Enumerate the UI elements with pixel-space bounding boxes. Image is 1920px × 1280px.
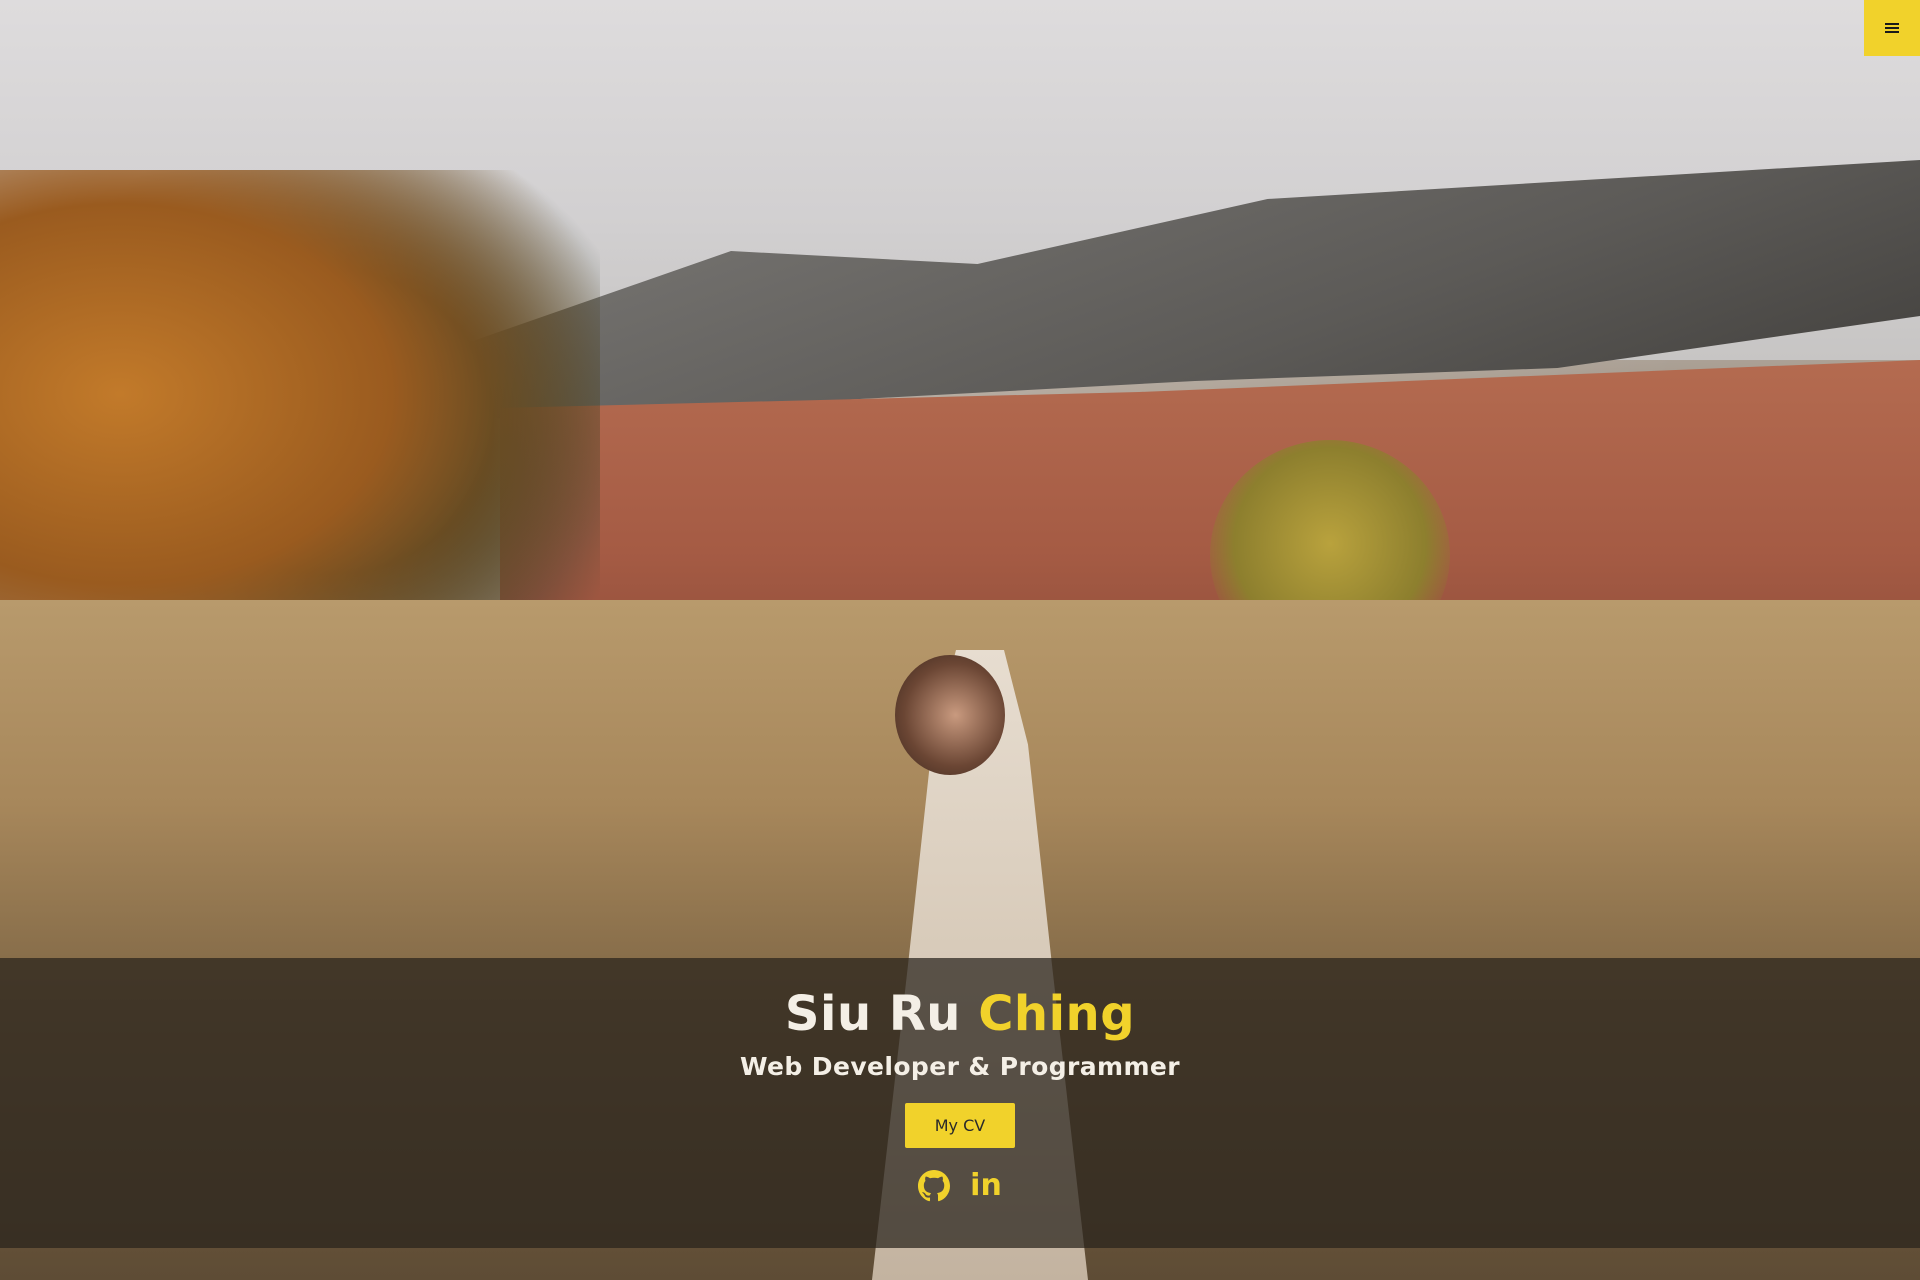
hero-section: Siu Ru Ching Web Developer & Programmer … (0, 0, 1920, 1280)
hamburger-menu-icon (1885, 23, 1899, 33)
linkedin-link[interactable]: in (970, 1170, 1002, 1202)
first-name: Siu Ru (784, 986, 961, 1042)
cv-button[interactable]: My CV (905, 1103, 1015, 1148)
background-person-head (895, 655, 1005, 775)
github-link[interactable] (918, 1170, 950, 1202)
last-name: Ching (978, 986, 1136, 1042)
intro-panel: Siu Ru Ching Web Developer & Programmer … (0, 958, 1920, 1248)
linkedin-icon: in (970, 1168, 1002, 1203)
github-icon (918, 1170, 950, 1202)
menu-button[interactable] (1864, 0, 1920, 56)
tagline: Web Developer & Programmer (739, 1052, 1181, 1081)
person-name: Siu Ru Ching (785, 986, 1135, 1042)
social-links: in (918, 1170, 1002, 1202)
